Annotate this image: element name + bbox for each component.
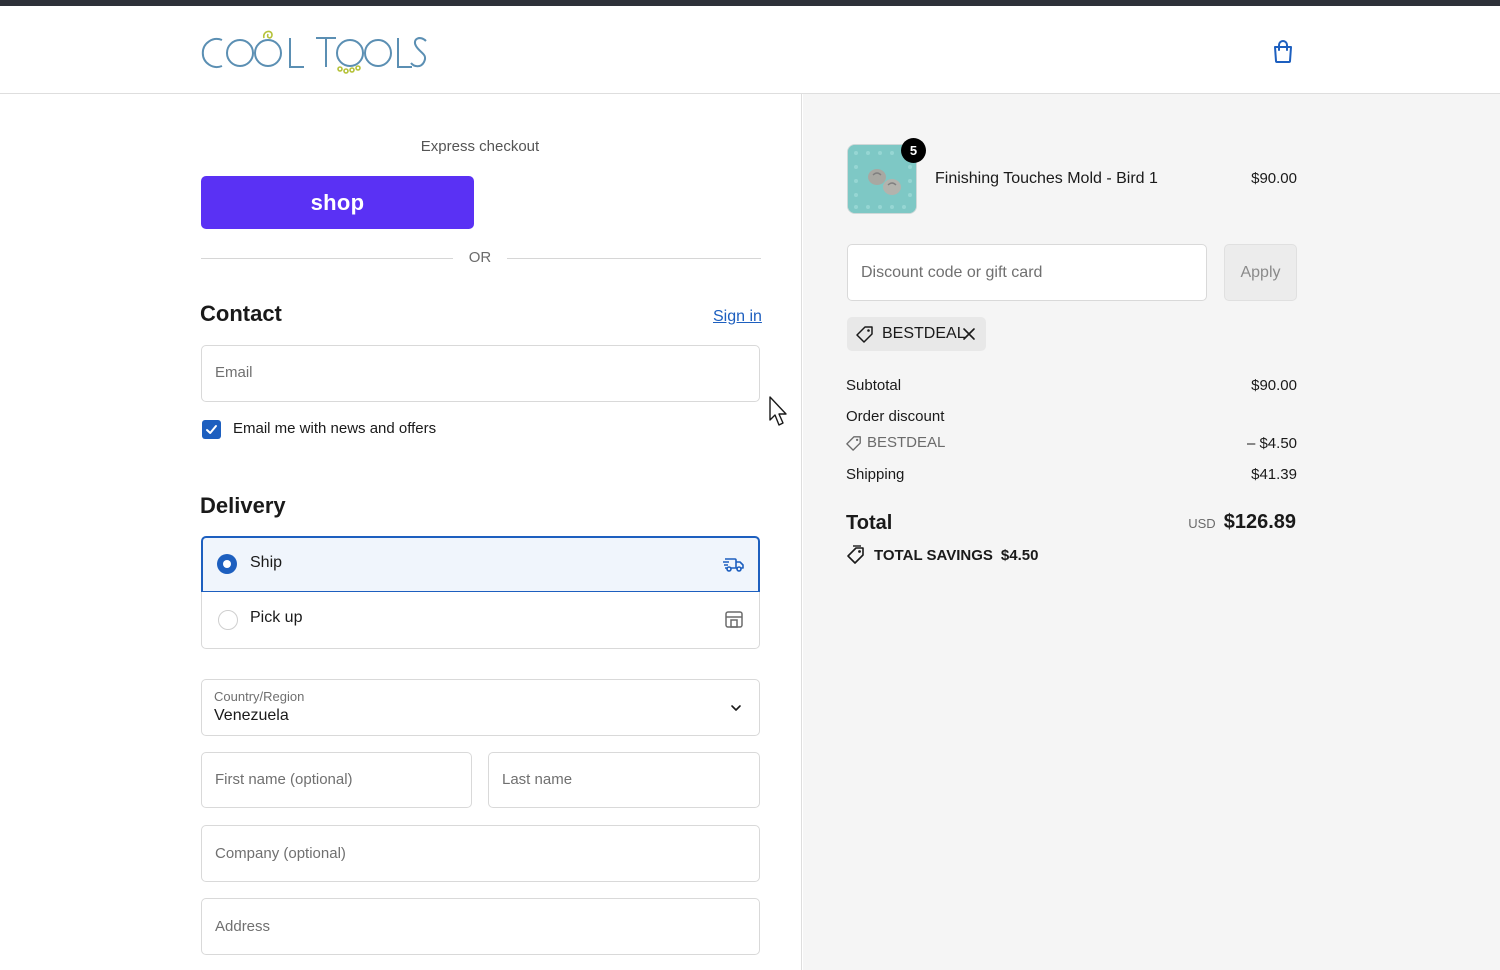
express-checkout-title: Express checkout	[420, 138, 540, 155]
total-currency: USD	[1188, 516, 1216, 531]
pickup-radio[interactable]	[218, 610, 238, 630]
subtotal-value: $90.00	[1251, 377, 1297, 394]
email-input[interactable]	[202, 346, 759, 401]
total-amount: USD $126.89	[1188, 511, 1296, 534]
checkmark-icon	[206, 425, 217, 434]
newsletter-label[interactable]: Email me with news and offers	[233, 420, 436, 437]
order-discount-label: Order discount	[846, 408, 945, 425]
delivery-heading: Delivery	[200, 493, 286, 518]
subtotal-label: Subtotal	[846, 377, 902, 394]
applied-discount-chip: BESTDEAL	[847, 317, 986, 351]
shopping-bag-icon	[1274, 40, 1292, 63]
divider-line	[507, 258, 761, 259]
company-field[interactable]: Company (optional)	[201, 825, 760, 882]
first-name-input[interactable]	[202, 753, 471, 807]
contact-heading: Contact	[200, 301, 282, 326]
store-icon	[725, 611, 743, 628]
remove-discount-icon[interactable]	[962, 327, 976, 341]
quantity-badge: 5	[901, 138, 926, 163]
applied-code-text: BESTDEAL	[882, 325, 966, 342]
first-name-field[interactable]: First name (optional)	[201, 752, 472, 808]
sign-in-link[interactable]: Sign in	[713, 308, 762, 326]
total-savings: TOTAL SAVINGS $4.50	[846, 545, 1038, 565]
cart-button[interactable]	[1268, 36, 1298, 66]
pickup-label: Pick up	[250, 609, 303, 626]
tag-icon	[846, 435, 861, 451]
country-value: Venezuela	[214, 707, 289, 724]
site-header	[0, 6, 1500, 94]
total-label: Total	[846, 512, 893, 534]
newsletter-checkbox[interactable]	[202, 420, 221, 439]
address-input[interactable]	[202, 899, 759, 954]
cool-tools-logo[interactable]	[200, 26, 430, 76]
order-summary-panel: 5 Finishing Touches Mold - Bird 1 $90.00…	[803, 94, 1500, 970]
country-select[interactable]: Country/Region Venezuela	[201, 679, 760, 736]
total-value: $126.89	[1223, 511, 1296, 533]
checkout-main-column: Express checkout shop OR Contact Sign in…	[0, 94, 802, 970]
order-discount-code-text: BESTDEAL	[867, 434, 946, 451]
savings-label: TOTAL SAVINGS	[874, 546, 993, 564]
last-name-input[interactable]	[489, 753, 759, 807]
order-discount-code: BESTDEAL	[846, 434, 945, 451]
or-label: OR	[468, 249, 492, 266]
delivery-method-group: Ship Pick up	[201, 536, 760, 649]
shipping-label: Shipping	[846, 466, 905, 483]
savings-value: $4.50	[1000, 546, 1039, 564]
country-label: Country/Region	[214, 689, 305, 704]
shop-pay-button[interactable]: shop	[201, 176, 474, 229]
tag-icon	[856, 326, 873, 343]
apply-discount-button[interactable]: Apply	[1224, 244, 1297, 301]
savings-tag-icon	[847, 545, 864, 564]
discount-code-field[interactable]: Discount code or gift card	[847, 244, 1207, 301]
ship-label: Ship	[250, 554, 283, 571]
or-divider: OR	[201, 248, 761, 268]
product-price: $90.00	[1251, 170, 1297, 187]
ship-radio[interactable]	[217, 554, 237, 574]
company-input[interactable]	[202, 826, 759, 881]
divider-line	[201, 258, 453, 259]
chevron-down-icon	[731, 705, 741, 711]
email-field[interactable]: Email	[201, 345, 760, 402]
order-discount-value: – $4.50	[1246, 435, 1297, 452]
address-field[interactable]: Address	[201, 898, 760, 955]
delivery-option-pickup[interactable]: Pick up	[201, 592, 760, 649]
last-name-field[interactable]: Last name	[488, 752, 760, 808]
delivery-option-ship[interactable]: Ship	[201, 536, 760, 593]
discount-placeholder: Discount code or gift card	[861, 264, 1043, 281]
product-name: Finishing Touches Mold - Bird 1	[935, 170, 1158, 187]
truck-icon	[723, 558, 744, 572]
shipping-value: $41.39	[1251, 466, 1297, 483]
